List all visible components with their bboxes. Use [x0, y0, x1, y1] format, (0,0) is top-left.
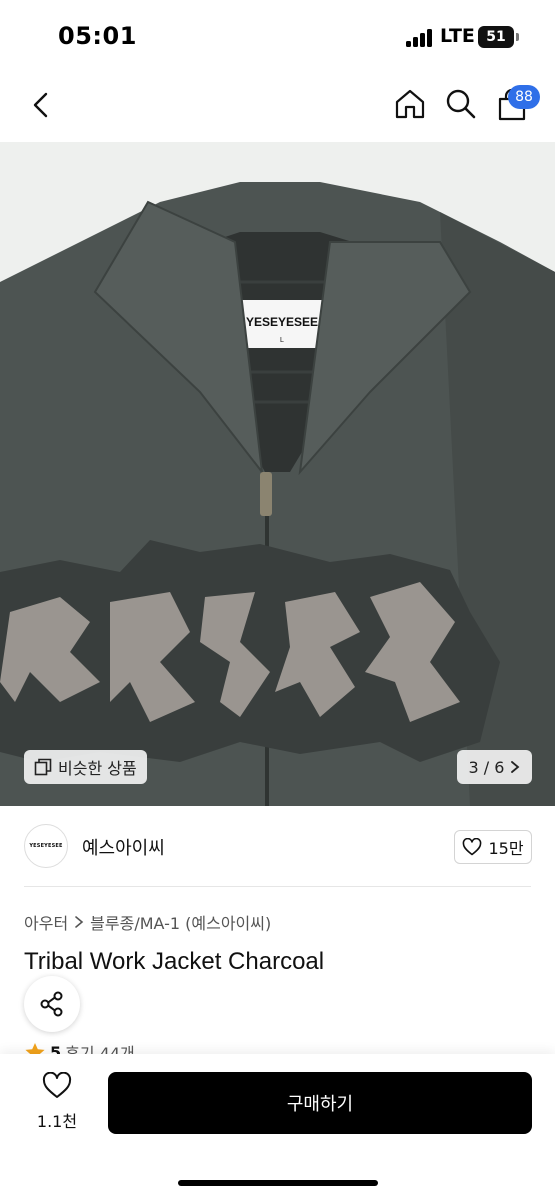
wishlist-button[interactable]: 1.1천	[30, 1071, 84, 1132]
copy-icon	[34, 758, 52, 776]
brand-name[interactable]: 예스아이씨	[82, 834, 165, 860]
wishlist-count: 1.1천	[36, 1112, 78, 1131]
svg-text:YESEYESEE: YESEYESEE	[246, 315, 318, 329]
brand-logo[interactable]: YESEYESEE	[24, 824, 68, 868]
image-counter[interactable]: 3 / 6	[457, 750, 532, 784]
search-icon[interactable]	[445, 88, 477, 120]
breadcrumb-subcategory[interactable]: 블루종/MA-1 (예스아이씨)	[90, 910, 271, 934]
breadcrumb: 아우터 블루종/MA-1 (예스아이씨)	[24, 910, 271, 934]
cart-badge: 88	[508, 85, 540, 109]
chevron-right-icon	[75, 916, 84, 928]
network-label: LTE	[440, 25, 475, 47]
brand-like-button[interactable]: 15만	[454, 830, 532, 864]
breadcrumb-category[interactable]: 아우터	[24, 910, 68, 934]
battery-tip	[516, 33, 519, 41]
product-title: Tribal Work Jacket Charcoal	[24, 948, 325, 975]
svg-text:L: L	[280, 337, 284, 344]
status-time: 05:01	[58, 22, 137, 50]
heart-icon	[42, 1071, 72, 1098]
home-indicator	[178, 1180, 378, 1186]
jacket-illustration: YESEYESEE L	[0, 142, 555, 806]
brand-like-count: 15만	[488, 839, 524, 858]
product-image[interactable]: YESEYESEE L	[0, 142, 555, 806]
similar-products-button[interactable]: 비슷한 상품	[24, 750, 147, 784]
heart-icon	[463, 838, 482, 856]
nav-bar	[0, 76, 555, 136]
home-icon[interactable]	[394, 88, 426, 120]
share-icon	[40, 991, 63, 1017]
chevron-left-icon[interactable]	[28, 90, 54, 120]
signal-icon	[406, 29, 434, 47]
share-button[interactable]	[24, 976, 80, 1032]
buy-button[interactable]: 구매하기	[108, 1072, 532, 1134]
status-bar: 05:01 LTE 51	[0, 0, 555, 76]
brand-row[interactable]: YESEYESEE 예스아이씨 15만	[0, 806, 555, 886]
image-counter-label: 3 / 6	[468, 757, 505, 777]
divider	[24, 886, 531, 887]
chevron-right-icon	[511, 761, 520, 773]
battery-icon: 51	[478, 26, 514, 48]
similar-products-label: 비슷한 상품	[58, 759, 137, 778]
